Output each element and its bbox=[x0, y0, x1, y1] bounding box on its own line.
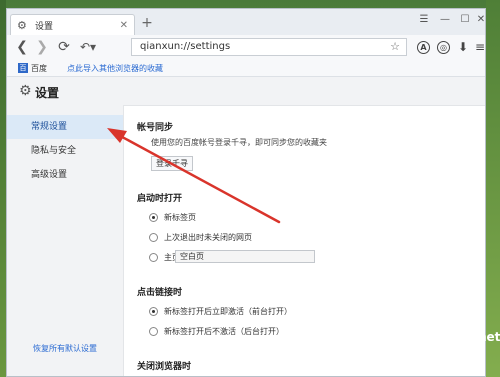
radio-selected[interactable] bbox=[149, 212, 158, 222]
link-option-background[interactable]: 新标签打开后不激活（后台打开） bbox=[149, 325, 284, 337]
startup-option-label: 新标签页 bbox=[164, 212, 196, 222]
account-sync-description: 使用您的百度帐号登录千寻，即可同步您的收藏夹 bbox=[151, 138, 327, 147]
startup-title: 启动时打开 bbox=[137, 194, 183, 204]
startup-option-newtab[interactable]: 新标签页 bbox=[149, 211, 196, 223]
desktop-background-right bbox=[486, 0, 500, 377]
watermark-url: jiaocheng.chazidian.com bbox=[374, 364, 486, 374]
settings-content: 帐号同步 使用您的百度帐号登录千寻，即可同步您的收藏夹 登录千寻 启动时打开 新… bbox=[123, 105, 485, 376]
link-option-label: 新标签打开后立即激活（前台打开） bbox=[164, 306, 292, 316]
download-icon[interactable]: ⬇ bbox=[455, 39, 471, 55]
startup-option-last-session[interactable]: 上次退出时未关闭的网页 bbox=[149, 231, 252, 243]
url-text: qianxun://settings bbox=[140, 41, 231, 52]
sidebar-item-advanced[interactable]: 高级设置 bbox=[7, 163, 123, 187]
close-browser-title: 关闭浏览器时 bbox=[137, 362, 192, 372]
forward-button[interactable]: ❯ bbox=[33, 38, 51, 56]
bookmarks-bar: 百 百度 点此导入其他浏览器的收藏 bbox=[7, 61, 485, 77]
close-window-button[interactable]: ✕ bbox=[469, 12, 485, 28]
link-option-label: 新标签打开后不激活（后台打开） bbox=[164, 326, 284, 336]
link-click-title: 点击链接时 bbox=[137, 288, 183, 298]
settings-gear-icon: ⚙ bbox=[19, 83, 32, 99]
radio-selected[interactable] bbox=[149, 306, 158, 316]
new-tab-button[interactable]: + bbox=[139, 15, 155, 31]
browser-window: ⚙ 设置 ✕ + ☰ — ☐ ✕ ❮ ❯ ⟳ ↶▾ qianxun://sett… bbox=[6, 8, 486, 377]
settings-header: ⚙ 设置 bbox=[7, 77, 485, 106]
radio[interactable] bbox=[149, 252, 158, 262]
compass-icon[interactable]: ◎ bbox=[437, 41, 450, 54]
radio[interactable] bbox=[149, 326, 158, 336]
close-tab-icon[interactable]: ✕ bbox=[120, 20, 128, 31]
undo-close-button[interactable]: ↶▾ bbox=[75, 38, 101, 56]
login-button[interactable]: 登录千寻 bbox=[151, 156, 193, 171]
startup-option-label: 上次退出时未关闭的网页 bbox=[164, 232, 252, 242]
address-bar[interactable]: qianxun://settings ☆ bbox=[131, 38, 407, 56]
baidu-icon: 百 bbox=[18, 63, 28, 73]
restore-defaults-link[interactable]: 恢复所有默认设置 bbox=[33, 343, 97, 354]
adblock-icon[interactable]: A bbox=[417, 41, 430, 54]
radio[interactable] bbox=[149, 232, 158, 242]
sidebar-item-general[interactable]: 常规设置 bbox=[7, 115, 123, 139]
title-bar: ⚙ 设置 ✕ + ☰ — ☐ ✕ bbox=[7, 9, 485, 36]
homepage-field[interactable]: 空白页 bbox=[175, 250, 315, 263]
back-button[interactable]: ❮ bbox=[13, 38, 31, 56]
reload-button[interactable]: ⟳ bbox=[55, 38, 73, 56]
navigation-toolbar: ❮ ❯ ⟳ ↶▾ qianxun://settings ☆ A ◎ ⬇ ≡ bbox=[7, 35, 485, 61]
watermark-site: jb51.net bbox=[444, 330, 500, 344]
sidebar-item-privacy[interactable]: 隐私与安全 bbox=[7, 139, 123, 163]
gear-icon: ⚙ bbox=[17, 18, 27, 32]
bookmark-baidu[interactable]: 百度 bbox=[31, 63, 47, 74]
star-icon[interactable]: ☆ bbox=[390, 39, 400, 55]
tab-settings[interactable]: ⚙ 设置 ✕ bbox=[10, 14, 135, 35]
page-title: 设置 bbox=[35, 86, 60, 100]
link-option-foreground[interactable]: 新标签打开后立即激活（前台打开） bbox=[149, 305, 292, 317]
tab-title: 设置 bbox=[35, 21, 54, 32]
menu-lines-icon[interactable]: ≡ bbox=[472, 39, 485, 55]
account-sync-title: 帐号同步 bbox=[137, 123, 174, 133]
import-bookmarks-link[interactable]: 点此导入其他浏览器的收藏 bbox=[67, 63, 163, 74]
settings-sidebar: 常规设置 隐私与安全 高级设置 恢复所有默认设置 bbox=[7, 105, 124, 376]
